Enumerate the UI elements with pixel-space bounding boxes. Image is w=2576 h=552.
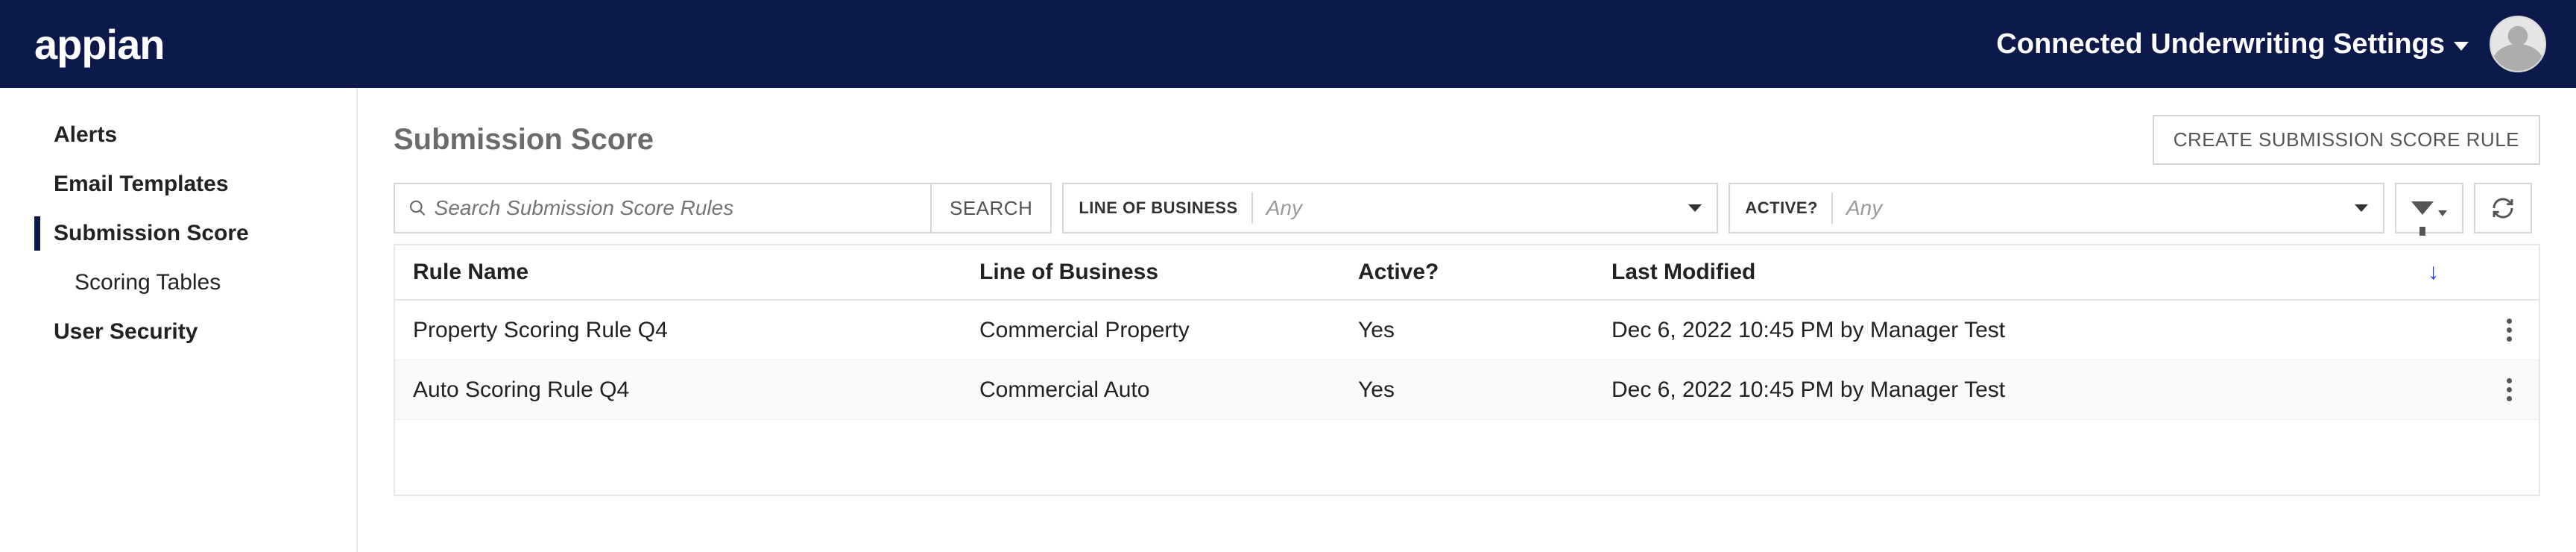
cell-rule-name: Auto Scoring Rule Q4 bbox=[395, 377, 962, 403]
chevron-down-icon bbox=[1688, 204, 1702, 212]
cell-active: Yes bbox=[1340, 318, 1594, 343]
col-active[interactable]: Active? bbox=[1340, 260, 1594, 285]
search-input-wrap bbox=[395, 184, 932, 232]
row-actions-menu[interactable] bbox=[2501, 372, 2518, 407]
divider bbox=[1831, 192, 1833, 224]
col-last-modified[interactable]: Last Modified ↓ bbox=[1594, 260, 2479, 285]
create-rule-button[interactable]: CREATE SUBMISSION SCORE RULE bbox=[2153, 115, 2540, 165]
avatar[interactable] bbox=[2490, 16, 2546, 72]
chevron-down-icon bbox=[2355, 204, 2368, 212]
main-content: Submission Score CREATE SUBMISSION SCORE… bbox=[358, 88, 2576, 552]
active-filter-label: ACTIVE? bbox=[1745, 198, 1818, 218]
sidebar-item-scoring-tables[interactable]: Scoring Tables bbox=[0, 258, 356, 307]
body: Alerts Email Templates Submission Score … bbox=[0, 88, 2576, 552]
filter-icon bbox=[2411, 201, 2434, 215]
table-header: Rule Name Line of Business Active? Last … bbox=[395, 245, 2539, 301]
cell-actions bbox=[2479, 372, 2539, 407]
table-row: Property Scoring Rule Q4 Commercial Prop… bbox=[395, 301, 2539, 360]
cell-active: Yes bbox=[1340, 377, 1594, 403]
col-lob[interactable]: Line of Business bbox=[962, 260, 1340, 285]
refresh-button[interactable] bbox=[2474, 183, 2532, 233]
chevron-down-icon bbox=[2438, 210, 2447, 216]
logo: appian bbox=[34, 20, 164, 69]
page-header: Submission Score CREATE SUBMISSION SCORE… bbox=[394, 115, 2540, 165]
row-actions-menu[interactable] bbox=[2501, 313, 2518, 348]
refresh-icon bbox=[2491, 196, 2515, 220]
page-title: Submission Score bbox=[394, 123, 654, 157]
cell-modified: Dec 6, 2022 10:45 PM by Manager Test bbox=[1594, 318, 2479, 343]
sidebar-item-email-templates[interactable]: Email Templates bbox=[0, 160, 356, 209]
divider bbox=[1251, 192, 1253, 224]
col-rule-name[interactable]: Rule Name bbox=[395, 260, 962, 285]
app-header: appian Connected Underwriting Settings bbox=[0, 0, 2576, 88]
sidebar-item-user-security[interactable]: User Security bbox=[0, 307, 356, 357]
cell-lob: Commercial Property bbox=[962, 318, 1340, 343]
lob-filter-value: Any bbox=[1266, 196, 1676, 220]
sidebar-item-alerts[interactable]: Alerts bbox=[0, 110, 356, 160]
cell-lob: Commercial Auto bbox=[962, 377, 1340, 403]
filter-options-button[interactable] bbox=[2395, 183, 2463, 233]
cell-modified: Dec 6, 2022 10:45 PM by Manager Test bbox=[1594, 377, 2479, 403]
search-button[interactable]: SEARCH bbox=[932, 184, 1050, 232]
col-last-modified-label: Last Modified bbox=[1611, 260, 1755, 285]
chevron-down-icon bbox=[2454, 42, 2469, 51]
active-filter[interactable]: ACTIVE? Any bbox=[1729, 183, 2384, 233]
lob-filter-label: LINE OF BUSINESS bbox=[1079, 198, 1237, 218]
sort-desc-icon: ↓ bbox=[2428, 260, 2439, 285]
table-spacer bbox=[395, 420, 2539, 495]
search-icon bbox=[408, 198, 427, 218]
sidebar-item-submission-score[interactable]: Submission Score bbox=[0, 209, 356, 258]
sidebar: Alerts Email Templates Submission Score … bbox=[0, 88, 358, 552]
site-menu[interactable]: Connected Underwriting Settings bbox=[1996, 28, 2469, 60]
rules-table: Rule Name Line of Business Active? Last … bbox=[394, 244, 2540, 496]
cell-rule-name: Property Scoring Rule Q4 bbox=[395, 318, 962, 343]
search-input[interactable] bbox=[435, 196, 917, 220]
table-row: Auto Scoring Rule Q4 Commercial Auto Yes… bbox=[395, 360, 2539, 420]
site-title: Connected Underwriting Settings bbox=[1996, 28, 2445, 60]
lob-filter[interactable]: LINE OF BUSINESS Any bbox=[1062, 183, 1718, 233]
search-group: SEARCH bbox=[394, 183, 1052, 233]
filter-bar: SEARCH LINE OF BUSINESS Any ACTIVE? Any bbox=[394, 183, 2540, 233]
active-filter-value: Any bbox=[1846, 196, 2341, 220]
cell-actions bbox=[2479, 313, 2539, 348]
header-right: Connected Underwriting Settings bbox=[1996, 16, 2546, 72]
